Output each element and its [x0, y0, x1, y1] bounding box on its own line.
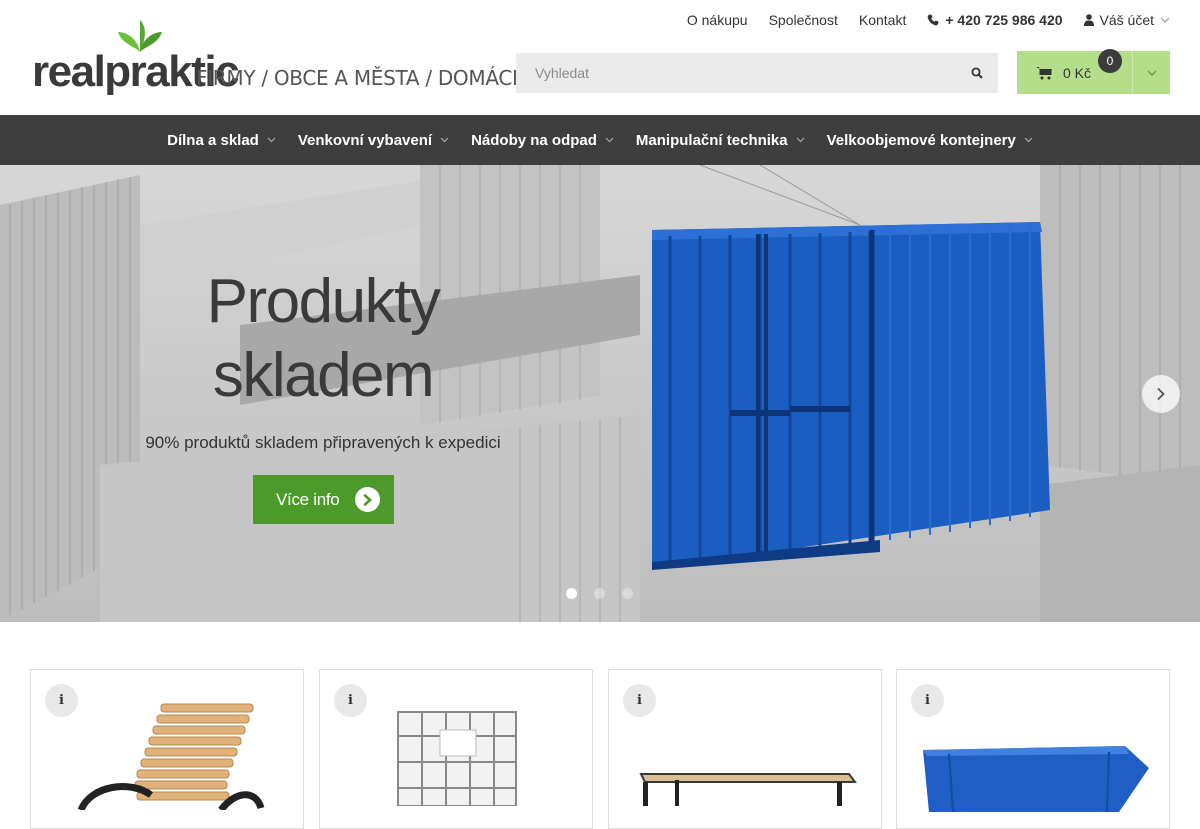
cart-icon: [1036, 66, 1052, 79]
top-link-kontakt[interactable]: Kontakt: [859, 12, 906, 28]
product-card[interactable]: i: [30, 669, 304, 829]
hero-title-line-1: Produkty: [206, 267, 441, 336]
product-card[interactable]: i: [319, 669, 593, 829]
chevron-right-circle-icon: [355, 487, 380, 512]
nav-item-label: Nádoby na odpad: [471, 131, 597, 149]
search-button[interactable]: [956, 53, 998, 93]
account-menu[interactable]: Váš účet: [1083, 12, 1170, 28]
slide-dot-1[interactable]: [566, 588, 577, 599]
cart-count-badge: 0: [1098, 49, 1122, 73]
nav-item-label: Dílna a sklad: [167, 131, 259, 149]
chevron-down-icon: [1147, 70, 1156, 76]
product-card[interactable]: i: [608, 669, 882, 829]
slide-dot-2[interactable]: [594, 588, 605, 599]
more-info-label: Více info: [276, 489, 340, 509]
hero-subtitle: 90% produktů skladem připravených k expe…: [145, 433, 501, 452]
ibc-tank-image: [397, 711, 517, 806]
site-header: realpraktic FIRMY / OBCE A MĚSTA / DOMÁC…: [0, 0, 1200, 115]
slide-dot-3[interactable]: [622, 588, 633, 599]
search-input[interactable]: [516, 53, 956, 93]
product-grid: i i i i: [30, 669, 1170, 829]
nav-item-manipulacni-technika[interactable]: Manipulační technika: [636, 132, 805, 149]
search-icon: [971, 67, 983, 79]
wooden-lounger-image: [77, 703, 265, 810]
chevron-down-icon: [440, 137, 449, 143]
top-link-spolecnost[interactable]: Společnost: [769, 12, 838, 28]
chevron-right-icon: [1157, 387, 1165, 401]
chevron-down-icon: [605, 137, 614, 143]
info-button[interactable]: i: [623, 684, 656, 717]
brand-tagline: FIRMY / OBCE A MĚSTA / DOMÁCNOSTI: [196, 66, 516, 90]
next-slide-button[interactable]: [1142, 375, 1180, 413]
work-table-image: [639, 773, 857, 806]
nav-item-label: Manipulační technika: [635, 131, 788, 149]
chevron-down-icon: [1160, 17, 1170, 23]
phone-link[interactable]: + 420 725 986 420: [927, 12, 1063, 28]
top-link-o-nakupu[interactable]: O nákupu: [687, 12, 748, 28]
nav-item-label: Venkovní vybavení: [297, 131, 433, 149]
slide-indicators: [566, 588, 650, 599]
nav-item-velkoobjemove-kontejnery[interactable]: Velkoobjemové kontejnery: [827, 132, 1033, 149]
chevron-down-icon: [1024, 137, 1033, 143]
nav-item-dilna-a-sklad[interactable]: Dílna a sklad: [167, 132, 276, 149]
user-icon: [1083, 14, 1094, 26]
info-button[interactable]: i: [334, 684, 367, 717]
product-card[interactable]: i: [896, 669, 1170, 829]
hero-slider: Produkty skladem 90% produktů skladem př…: [0, 165, 1200, 622]
more-info-button[interactable]: Více info: [253, 475, 394, 524]
phone-number: + 420 725 986 420: [945, 12, 1063, 28]
search-bar: [516, 53, 998, 93]
phone-icon: [928, 14, 939, 26]
chevron-down-icon: [267, 137, 276, 143]
nav-item-label: Velkoobjemové kontejnery: [826, 131, 1016, 149]
cart-total: 0 Kč: [1063, 64, 1092, 81]
main-navigation: Dílna a sklad Venkovní vybavení Nádoby n…: [0, 115, 1200, 165]
account-label: Váš účet: [1099, 12, 1154, 28]
blue-shipping-container-image: [652, 222, 1050, 570]
nav-item-nadoby-na-odpad[interactable]: Nádoby na odpad: [471, 132, 614, 149]
info-button[interactable]: i: [911, 684, 944, 717]
hero-title-line-2: skladem: [212, 341, 435, 410]
cart-dropdown-toggle[interactable]: [1132, 51, 1170, 94]
chevron-down-icon: [796, 137, 805, 143]
cart-widget: 0 Kč 0: [1017, 49, 1170, 94]
tipping-skip-image: [923, 746, 1149, 812]
top-navigation: O nákupu Společnost Kontakt + 420 725 98…: [666, 12, 1170, 28]
hero-title: Produkty skladem: [143, 265, 503, 413]
nav-item-venkovni-vybaveni[interactable]: Venkovní vybavení: [298, 132, 449, 149]
